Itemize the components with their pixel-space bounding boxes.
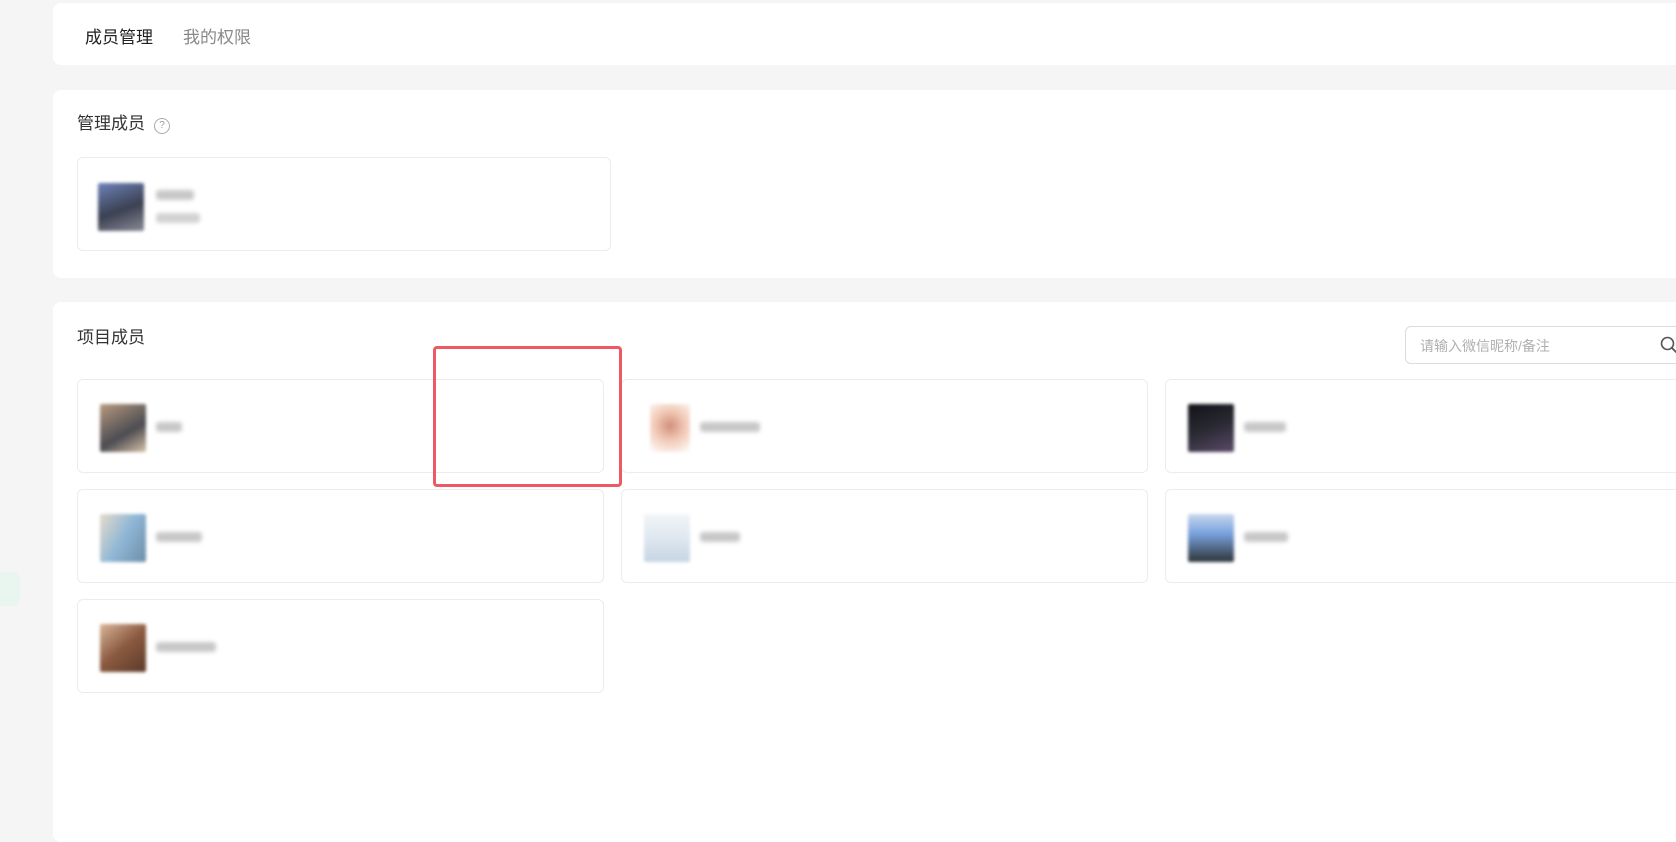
admin-section-title: 管理成员 [77,114,145,133]
highlight-annotation [433,346,622,487]
project-members-section: 项目成员 [53,302,1676,842]
project-member-card[interactable] [1165,379,1676,473]
tab-my-permissions[interactable]: 我的权限 [183,27,251,49]
member-avatar [100,404,146,452]
member-name-blur [156,190,194,200]
search-icon[interactable] [1660,336,1676,354]
member-avatar [1188,404,1234,452]
project-member-card[interactable] [621,489,1148,583]
tab-member-management[interactable]: 成员管理 [85,27,153,49]
admin-member-card[interactable] [77,157,611,251]
member-name-blur [1244,422,1286,432]
member-avatar [650,404,690,452]
project-member-card[interactable] [1165,489,1676,583]
member-note-blur [156,213,200,223]
member-avatar [100,624,146,672]
project-member-card[interactable] [77,489,604,583]
member-avatar [98,183,144,231]
member-avatar [644,514,690,562]
member-name-blur [1244,532,1288,542]
member-name-blur [156,422,182,432]
member-search-box[interactable] [1405,326,1676,364]
project-section-title: 项目成员 [77,328,145,347]
member-avatar [100,514,146,562]
member-search-input[interactable] [1418,335,1642,357]
tab-bar: 成员管理 我的权限 [53,3,1676,65]
admin-members-section: 管理成员 ? [53,90,1676,278]
member-avatar [1188,514,1234,562]
member-name-blur [700,422,760,432]
project-member-card[interactable] [77,599,604,693]
question-circle-icon[interactable]: ? [154,118,170,134]
member-name-blur [156,642,216,652]
member-name-blur [700,532,740,542]
sidebar-active-item[interactable] [0,572,20,606]
project-member-card[interactable] [621,379,1148,473]
member-name-blur [156,532,202,542]
